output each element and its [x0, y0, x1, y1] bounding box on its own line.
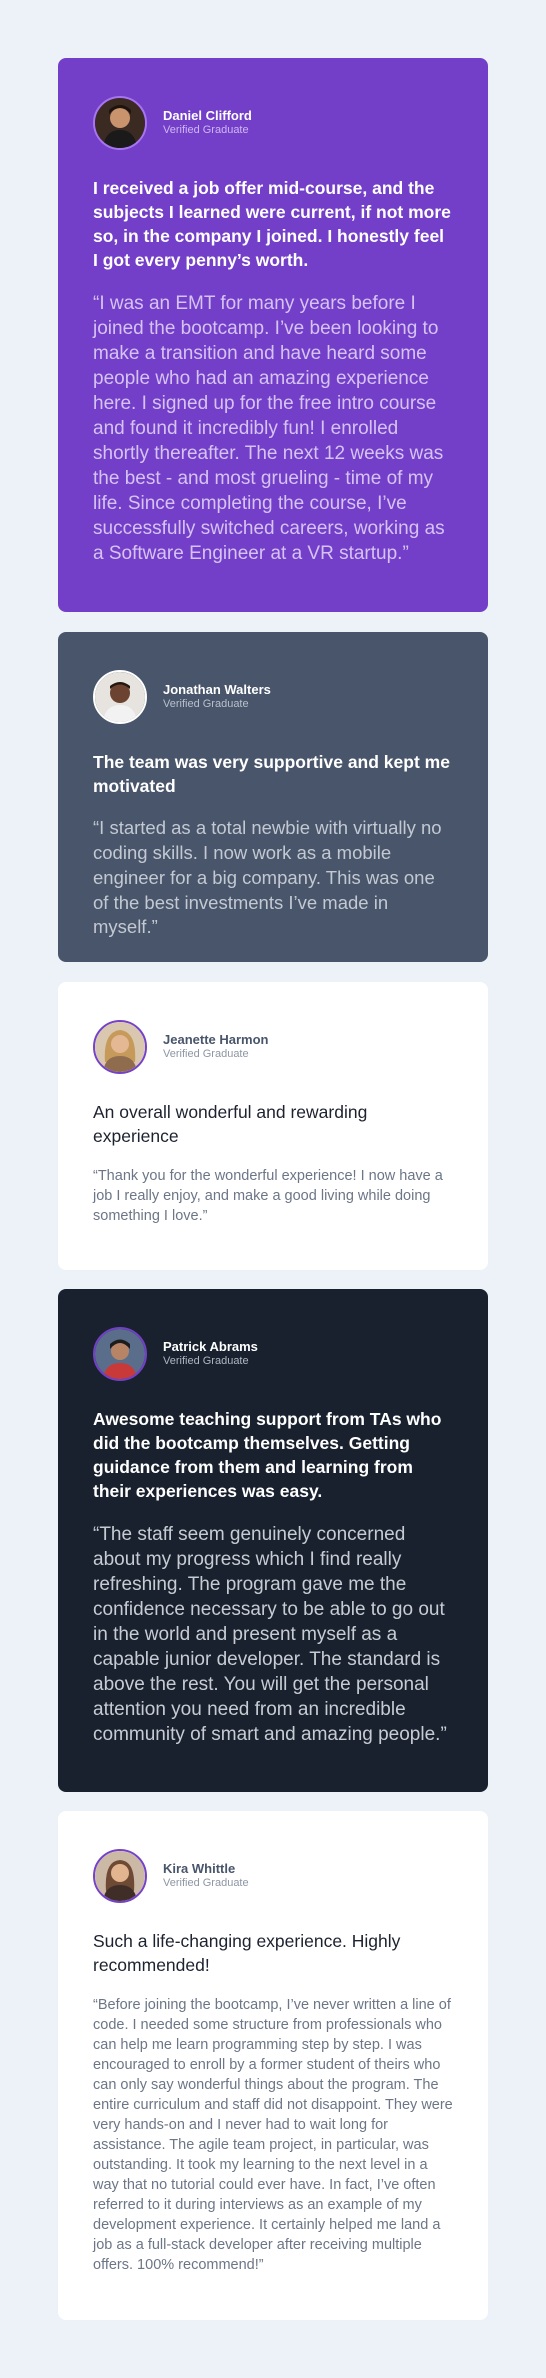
testimonial-headline: Such a life-changing experience. Highly … [93, 1931, 401, 1976]
testimonial-author: Kira Whittle Verified Graduate [93, 1847, 453, 1905]
author-name: Jeanette Harmon [163, 1032, 269, 1047]
testimonial-quote: “The staff seem genuinely concerned abou… [93, 1523, 447, 1746]
author-name: Kira Whittle [163, 1861, 236, 1876]
testimonial-headline: The team was very supportive and kept me… [93, 752, 450, 797]
person-avatar-icon [93, 1849, 147, 1903]
author-name: Daniel Clifford [163, 108, 252, 123]
testimonial-quote: “I was an EMT for many years before I jo… [93, 292, 445, 565]
testimonial-quote: “I started as a total newbie with virtua… [93, 817, 442, 938]
author-status: Verified Graduate [163, 1877, 249, 1890]
author-name: Patrick Abrams [163, 1339, 258, 1354]
testimonial-headline: Awesome teaching support from TAs who di… [93, 1409, 442, 1502]
author-status: Verified Graduate [163, 124, 249, 137]
testimonial-headline: An overall wonderful and rewarding exper… [93, 1102, 368, 1147]
person-avatar-icon [93, 1327, 147, 1381]
testimonial-author: Patrick Abrams Verified Graduate [93, 1325, 453, 1383]
author-status: Verified Graduate [163, 698, 249, 711]
testimonial-author: Daniel Clifford Verified Graduate [93, 94, 453, 152]
person-avatar-icon [93, 1020, 147, 1074]
person-avatar-icon [93, 670, 147, 724]
testimonial-card-jonathan: Jonathan Walters Verified Graduate The t… [58, 632, 488, 962]
testimonial-card-jeanette: Jeanette Harmon Verified Graduate An ove… [58, 982, 488, 1270]
testimonial-headline: I received a job offer mid-course, and t… [93, 178, 451, 271]
testimonial-card-patrick: Patrick Abrams Verified Graduate Awesome… [58, 1289, 488, 1792]
author-name: Jonathan Walters [163, 682, 271, 697]
testimonial-card-kira: Kira Whittle Verified Graduate Such a li… [58, 1811, 488, 2320]
author-status: Verified Graduate [163, 1048, 249, 1061]
testimonial-author: Jeanette Harmon Verified Graduate [93, 1018, 453, 1076]
testimonial-quote: “Thank you for the wonderful experience!… [93, 1168, 443, 1225]
testimonial-author: Jonathan Walters Verified Graduate [93, 668, 453, 726]
person-avatar-icon [93, 96, 147, 150]
author-status: Verified Graduate [163, 1355, 249, 1368]
testimonial-card-daniel: Daniel Clifford Verified Graduate I rece… [58, 58, 488, 612]
testimonial-quote: “Before joining the bootcamp, I’ve never… [93, 1997, 453, 2274]
